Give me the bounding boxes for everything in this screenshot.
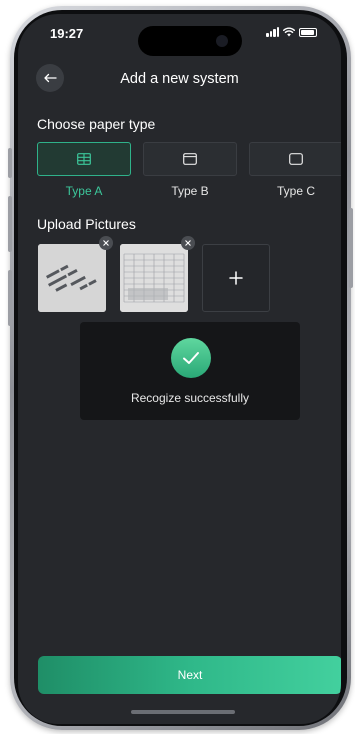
volume-up-button xyxy=(8,196,12,252)
paper-type-c-option[interactable] xyxy=(249,142,341,176)
upload-heading: Upload Pictures xyxy=(37,216,136,232)
remove-picture-button[interactable] xyxy=(181,236,195,250)
square-icon xyxy=(289,153,303,165)
recognition-toast: Recogize successfully xyxy=(80,322,300,420)
close-icon xyxy=(103,240,109,246)
status-icons xyxy=(266,27,317,37)
paper-type-b-label: Type B xyxy=(171,184,209,198)
power-button xyxy=(349,208,353,288)
app-screen: 19:27 Add a new system Choose paper type xyxy=(18,14,341,724)
page-title: Add a new system xyxy=(120,71,239,87)
paper-type-c-label: Type C xyxy=(276,184,315,198)
uploaded-picture-thumbnail[interactable] xyxy=(120,244,188,312)
status-bar: 19:27 xyxy=(18,14,341,56)
paper-photo-image xyxy=(38,244,106,312)
window-frame-icon xyxy=(183,153,197,165)
dynamic-island xyxy=(138,26,242,56)
toast-message: Recogize successfully xyxy=(130,391,250,405)
grid-table-icon xyxy=(77,153,91,165)
battery-icon xyxy=(299,27,317,37)
add-picture-button[interactable] xyxy=(202,244,270,312)
close-icon xyxy=(185,240,191,246)
remove-picture-button[interactable] xyxy=(99,236,113,250)
home-indicator xyxy=(131,710,235,714)
status-time: 19:27 xyxy=(50,26,84,41)
signal-icon xyxy=(266,27,279,37)
check-icon xyxy=(183,352,199,364)
paper-type-a-label: Type A xyxy=(65,184,103,198)
action-button xyxy=(8,148,12,178)
wifi-icon xyxy=(283,27,295,37)
next-button[interactable]: Next xyxy=(38,656,341,694)
grid-sheet-image xyxy=(120,244,188,312)
paper-type-b-option[interactable] xyxy=(143,142,237,176)
paper-type-options xyxy=(37,142,341,176)
success-badge xyxy=(171,338,211,378)
volume-down-button xyxy=(8,270,12,326)
nav-bar: Add a new system xyxy=(18,64,341,94)
uploaded-picture-thumbnail[interactable] xyxy=(38,244,106,312)
plus-icon xyxy=(229,271,243,285)
paper-type-heading: Choose paper type xyxy=(37,116,156,132)
paper-type-a-option[interactable] xyxy=(37,142,131,176)
camera-icon xyxy=(216,35,228,47)
